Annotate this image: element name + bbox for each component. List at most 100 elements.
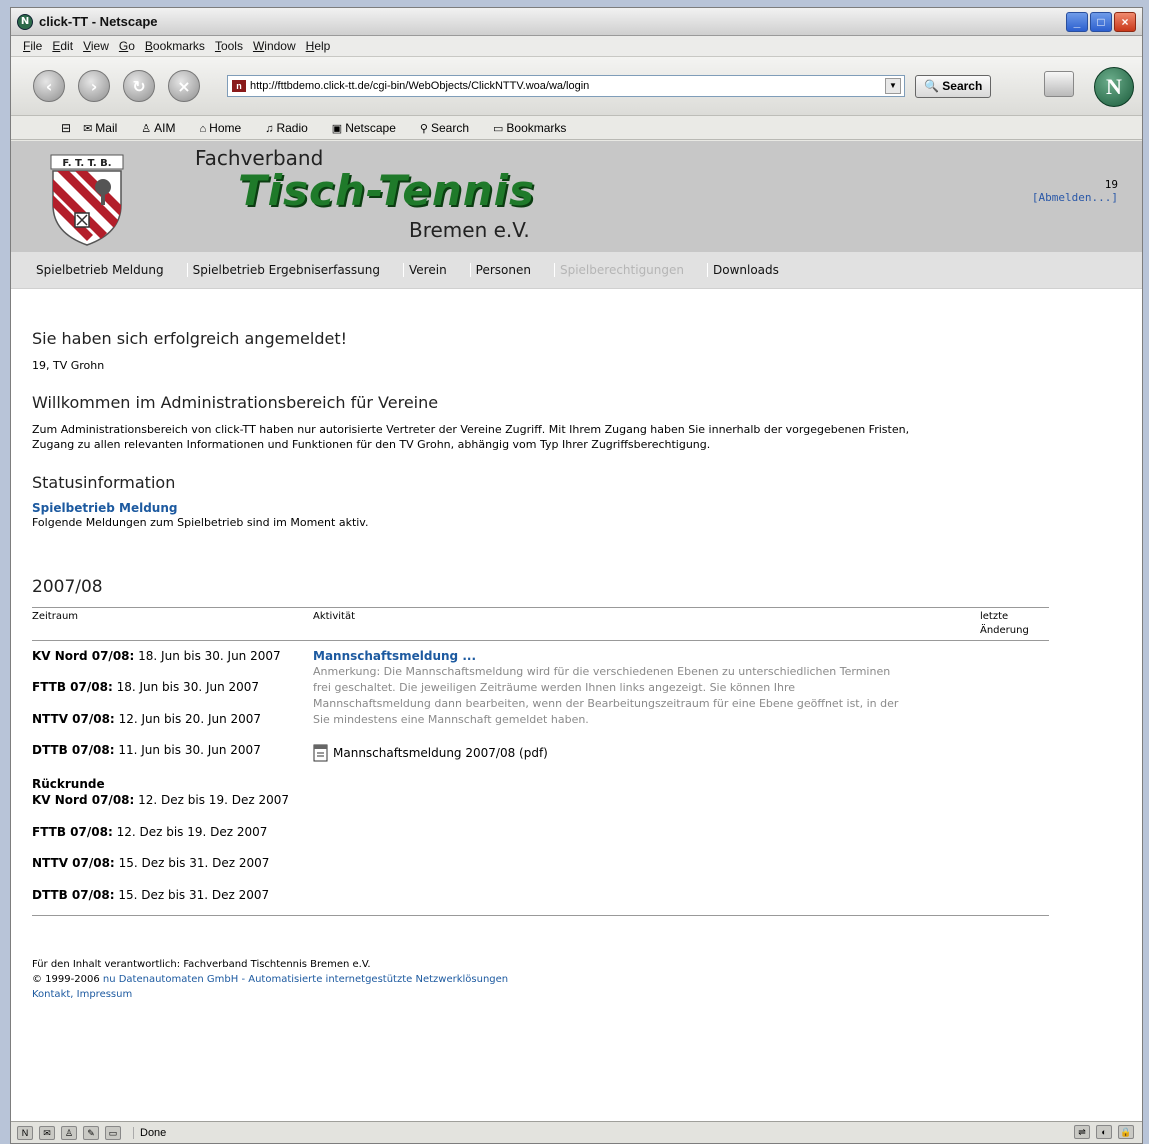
- menu-help[interactable]: Help: [306, 39, 331, 53]
- title-bar[interactable]: N click-TT - Netscape _ □ ×: [11, 8, 1142, 36]
- footer-nu-link[interactable]: nu Datenautomaten GmbH - Automatisierte …: [103, 974, 508, 985]
- personal-item-search[interactable]: ⚲ Search: [420, 121, 481, 135]
- period-label: NTTV 07/08:: [32, 856, 115, 870]
- security-lock-icon[interactable]: 🔒: [1118, 1125, 1134, 1139]
- activity-note-line-3: Mannschaftsmeldung dann bearbeiten, wenn…: [313, 697, 899, 710]
- nav-verein[interactable]: Verein: [403, 263, 452, 277]
- menu-file[interactable]: File: [23, 39, 42, 53]
- print-icon[interactable]: [1044, 71, 1074, 97]
- close-button[interactable]: ×: [1114, 11, 1136, 32]
- search-button[interactable]: 🔍 Search: [915, 74, 992, 98]
- pdf-link-row[interactable]: Mannschaftsmeldung 2007/08 (pdf): [313, 744, 548, 762]
- reload-button[interactable]: ↻: [123, 70, 155, 102]
- netscape-throbber-icon[interactable]: N: [1094, 67, 1134, 107]
- activity-note-line-4: Sie mindestens eine Mannschaft gemeldet …: [313, 713, 589, 726]
- personal-item-netscape[interactable]: ▣ Netscape: [332, 121, 408, 135]
- home-label: Home: [209, 120, 242, 135]
- nav-spielbetrieb-ergebniserfassung[interactable]: Spielbetrieb Ergebniserfassung: [186, 263, 385, 277]
- personal-item-home[interactable]: ⌂ Home: [200, 121, 254, 135]
- footer-copyright-row: © 1999-2006 nu Datenautomaten GmbH - Aut…: [32, 972, 508, 987]
- url-text[interactable]: http://fttbdemo.click-tt.de/cgi-bin/WebO…: [250, 80, 885, 92]
- mail-status-icon[interactable]: ✉: [39, 1125, 55, 1140]
- radio-icon: ♫: [265, 122, 274, 135]
- period-label: FTTB 07/08:: [32, 825, 113, 839]
- maximize-button[interactable]: □: [1090, 11, 1112, 32]
- menu-edit[interactable]: Edit: [52, 39, 73, 53]
- netscape-logo-icon: N: [17, 13, 33, 30]
- period-range: 12. Dez bis 19. Dez 2007: [138, 793, 289, 807]
- url-dropdown-icon[interactable]: ▼: [885, 78, 901, 94]
- mail-label: Mail: [95, 120, 118, 135]
- back-button[interactable]: ‹: [33, 70, 65, 102]
- netscape-status-icon[interactable]: N: [17, 1125, 33, 1140]
- page-viewport[interactable]: F. T. T. B. Fachverband Tisch-Tennis Bre…: [11, 141, 1142, 1123]
- header-aenderung: Änderung: [980, 625, 1029, 636]
- header-letzte: letzte: [980, 611, 1009, 622]
- logo-text: F. T. T. B.: [62, 158, 111, 169]
- period-row: KV Nord 07/08: 18. Jun bis 30. Jun 2007: [32, 649, 281, 663]
- period-row: FTTB 07/08: 12. Dez bis 19. Dez 2007: [32, 825, 267, 839]
- period-row: DTTB 07/08: 15. Dez bis 31. Dez 2007: [32, 888, 269, 902]
- period-range: 12. Dez bis 19. Dez 2007: [116, 825, 268, 839]
- tabs-icon[interactable]: ⊟: [61, 121, 71, 135]
- composer-status-icon[interactable]: ✎: [83, 1125, 99, 1140]
- menu-go[interactable]: Go: [119, 39, 135, 53]
- cookie-icon[interactable]: ◐: [1096, 1125, 1112, 1139]
- personal-item-aim[interactable]: ♙ AIM: [141, 121, 187, 135]
- period-label: NTTV 07/08:: [32, 712, 115, 726]
- footer-responsible: Für den Inhalt verantwortlich: Fachverba…: [32, 959, 371, 970]
- stop-button[interactable]: ×: [168, 70, 200, 102]
- address-book-status-icon[interactable]: ▭: [105, 1125, 121, 1140]
- welcome-text-line-1: Zum Administrationsbereich von click-TT …: [32, 423, 910, 436]
- navigation-toolbar: ‹ › ↻ × n http://fttbdemo.click-tt.de/cg…: [11, 57, 1142, 116]
- search-label: Search: [430, 120, 469, 135]
- footer-contact-link[interactable]: Kontakt, Impressum: [32, 987, 508, 1002]
- nav-personen[interactable]: Personen: [469, 263, 536, 277]
- personal-item-radio[interactable]: ♫ Radio: [265, 121, 320, 135]
- connection-icon: ⇌: [1074, 1125, 1090, 1139]
- search-icon: ⚲: [419, 122, 428, 135]
- user-number: 19: [1104, 178, 1118, 191]
- magnifier-icon: 🔍: [924, 79, 943, 93]
- status-right-icons: ⇌ ◐ 🔒: [1068, 1125, 1134, 1139]
- nav-spielbetrieb-meldung[interactable]: Spielbetrieb Meldung: [31, 263, 169, 277]
- status-link-spielbetrieb-meldung[interactable]: Spielbetrieb Meldung: [32, 501, 177, 515]
- personal-item-mail[interactable]: ✉ Mail: [83, 121, 129, 135]
- site-favicon-icon: n: [232, 80, 246, 92]
- brand-tischtennis: Tisch-Tennis: [238, 166, 536, 215]
- period-row: KV Nord 07/08: 12. Dez bis 19. Dez 2007: [32, 793, 289, 807]
- period-row: NTTV 07/08: 12. Jun bis 20. Jun 2007: [32, 712, 261, 726]
- nav-spielberechtigungen: Spielberechtigungen: [553, 263, 689, 277]
- period-row: FTTB 07/08: 18. Jun bis 30. Jun 2007: [32, 680, 259, 694]
- search-button-label: Search: [942, 79, 983, 93]
- aim-icon: ♙: [141, 122, 152, 135]
- aim-status-icon[interactable]: ♙: [61, 1125, 77, 1140]
- rueckrunde-text: Rückrunde: [32, 777, 105, 791]
- home-icon: ⌂: [199, 122, 207, 135]
- url-bar[interactable]: n http://fttbdemo.click-tt.de/cgi-bin/We…: [227, 75, 905, 97]
- menu-bookmarks[interactable]: Bookmarks: [145, 39, 205, 53]
- personal-item-bookmarks[interactable]: ▭ Bookmarks: [493, 121, 578, 135]
- period-range: 15. Dez bis 31. Dez 2007: [118, 888, 270, 902]
- logout-link[interactable]: [Abmelden...]: [1032, 191, 1118, 204]
- minimize-button[interactable]: _: [1066, 11, 1088, 32]
- activity-link-mannschaftsmeldung[interactable]: Mannschaftsmeldung ...: [313, 649, 476, 663]
- nav-downloads[interactable]: Downloads: [707, 263, 784, 277]
- fttb-shield-logo: F. T. T. B.: [50, 154, 124, 246]
- rueckrunde-label: Rückrunde: [32, 777, 105, 791]
- period-range: 15. Dez bis 31. Dez 2007: [118, 856, 270, 870]
- menu-window[interactable]: Window: [253, 39, 296, 53]
- netscape-label: Netscape: [345, 120, 396, 135]
- forward-button[interactable]: ›: [78, 70, 110, 102]
- menu-tools[interactable]: Tools: [215, 39, 243, 53]
- pdf-link[interactable]: Mannschaftsmeldung 2007/08 (pdf): [333, 746, 548, 760]
- welcome-text-line-2: Zugang zu allen relevanten Informationen…: [32, 438, 711, 451]
- header-zeitraum: Zeitraum: [32, 611, 79, 622]
- period-range: 18. Jun bis 30. Jun 2007: [116, 680, 260, 694]
- status-text: Done: [133, 1126, 166, 1139]
- table-header: Zeitraum Aktivität letzte Änderung: [32, 607, 1049, 641]
- menu-view[interactable]: View: [83, 39, 109, 53]
- period-range: 12. Jun bis 20. Jun 2007: [118, 712, 262, 726]
- pdf-icon: [313, 744, 328, 762]
- header-aktivitaet: Aktivität: [313, 611, 355, 622]
